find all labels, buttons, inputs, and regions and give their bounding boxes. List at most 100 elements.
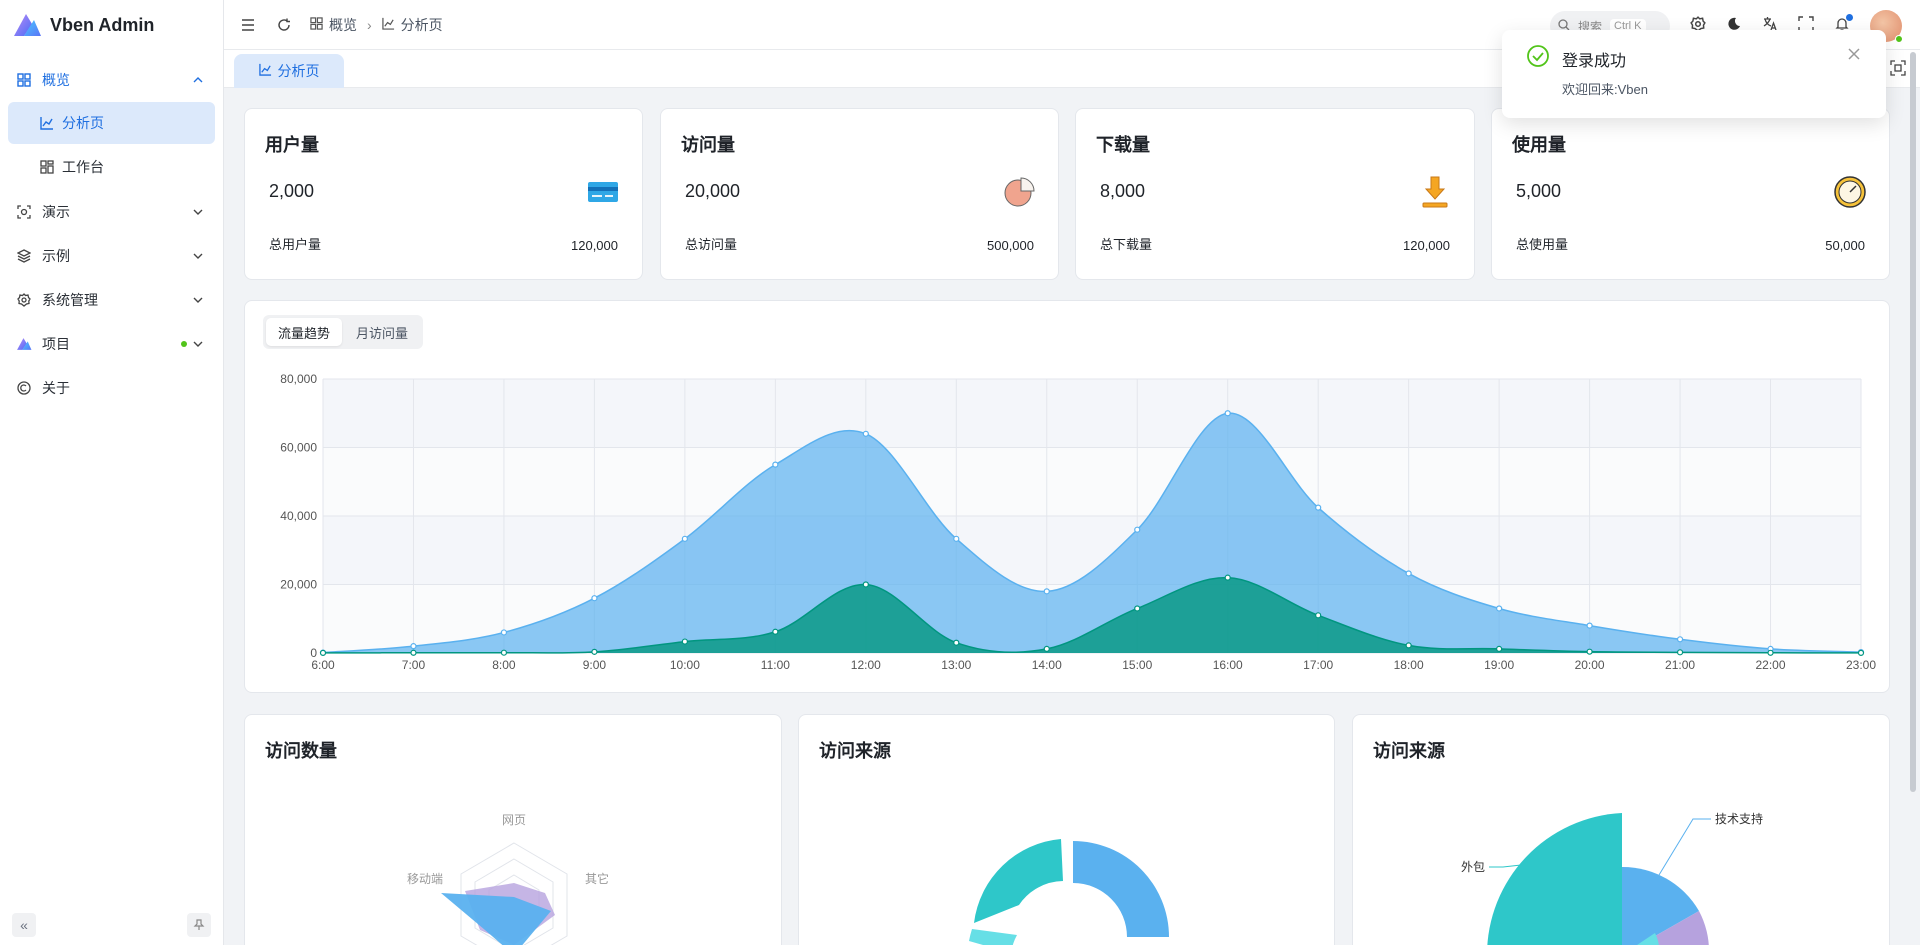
refresh-icon[interactable] — [274, 15, 294, 35]
gear-icon — [16, 292, 32, 308]
layers-icon — [16, 248, 32, 264]
dashboard-icon — [310, 16, 323, 33]
chevron-down-icon — [193, 297, 203, 303]
sidebar-item-label: 演示 — [42, 204, 70, 220]
sidebar-item-system[interactable]: 系统管理 — [0, 278, 223, 322]
sidebar-item-about[interactable]: 关于 — [0, 366, 223, 410]
x-tick-label: 11:00 — [761, 658, 790, 672]
sidebar-item-workspace[interactable]: 工作台 — [8, 146, 215, 188]
chart-line-icon — [258, 63, 272, 79]
sidebar-item-label: 系统管理 — [42, 292, 98, 308]
menu-toggle-icon[interactable] — [238, 15, 258, 35]
collapse-sidebar-button[interactable]: « — [12, 913, 36, 937]
page-scrollbar[interactable] — [1910, 52, 1916, 792]
donut-chart — [969, 839, 1169, 945]
data-point — [1496, 605, 1503, 612]
sidebar-item-label: 关于 — [42, 380, 70, 396]
workspace-icon — [40, 160, 54, 174]
data-point — [772, 628, 779, 635]
x-tick-label: 18:00 — [1394, 658, 1424, 672]
pie-icon — [1004, 177, 1035, 207]
pin-sidebar-button[interactable] — [187, 913, 211, 937]
x-tick-label: 6:00 — [311, 658, 335, 672]
x-tick-label: 9:00 — [583, 658, 607, 672]
stat-title: 用户量 — [265, 135, 319, 155]
sidebar-item-analytics[interactable]: 分析页 — [8, 102, 215, 144]
data-point — [1676, 636, 1684, 643]
source-donut-card: 访问来源 — [798, 714, 1335, 945]
close-icon[interactable] — [1846, 46, 1862, 62]
chevron-down-icon — [193, 209, 203, 215]
clock-icon — [1834, 176, 1866, 208]
y-tick-label: 40,000 — [280, 509, 317, 523]
tab-label: 分析页 — [277, 63, 320, 79]
stat-value: 2,000 — [269, 181, 315, 201]
sidebar-item-label: 项目 — [42, 336, 70, 352]
status-dot — [181, 341, 187, 347]
data-point — [681, 638, 688, 645]
sidebar-item-label: 概览 — [42, 72, 70, 88]
data-point — [1586, 622, 1593, 629]
data-point — [500, 649, 508, 656]
chevron-up-icon — [193, 77, 203, 83]
stat-total-label: 总下载量 — [1100, 237, 1153, 252]
y-tick-label: 80,000 — [280, 372, 317, 386]
data-point — [1043, 645, 1050, 652]
stat-total-value: 120,000 — [1403, 238, 1450, 253]
stat-value: 20,000 — [685, 181, 741, 201]
data-point — [772, 461, 779, 468]
app-logo[interactable]: Vben Admin — [0, 0, 223, 50]
sidebar-item-overview[interactable]: 概览 — [0, 58, 223, 102]
demo-icon — [16, 204, 32, 220]
sidebar-item-examples[interactable]: 示例 — [0, 234, 223, 278]
data-point — [1586, 648, 1593, 655]
data-point — [1405, 570, 1412, 577]
y-tick-label: 60,000 — [280, 441, 317, 455]
x-tick-label: 10:00 — [670, 658, 700, 672]
data-point — [953, 535, 960, 542]
chevron-down-icon — [193, 253, 203, 259]
breadcrumb: 概览 › 分析页 — [310, 15, 443, 35]
stat-total-value: 50,000 — [1825, 238, 1865, 253]
grid-band — [323, 447, 1861, 516]
rose-slice-outsource — [1487, 813, 1622, 945]
x-tick-label: 16:00 — [1213, 658, 1243, 672]
x-tick-label: 14:00 — [1032, 658, 1062, 672]
data-point — [500, 629, 508, 636]
visits-radar-card: 访问数量 网页 其它 移动端 — [244, 714, 782, 945]
sidebar-item-demo[interactable]: 演示 — [0, 190, 223, 234]
y-tick-label: 20,000 — [280, 578, 317, 592]
pin-icon — [193, 919, 205, 930]
breadcrumb-item[interactable]: 分析页 — [401, 15, 443, 35]
sidebar-item-project[interactable]: 项目 — [0, 322, 223, 366]
x-tick-label: 23:00 — [1846, 658, 1876, 672]
screenshot-icon[interactable] — [1890, 60, 1906, 76]
sidebar-footer: « — [12, 913, 211, 937]
data-point — [1134, 526, 1141, 533]
x-tick-label: 17:00 — [1303, 658, 1333, 672]
rose-label-support: 技术支持 — [1715, 811, 1763, 826]
notification-badge — [1846, 13, 1853, 21]
copyright-icon — [16, 380, 32, 396]
data-point — [1676, 649, 1684, 656]
app-title: Vben Admin — [50, 14, 155, 35]
data-point — [591, 595, 598, 602]
chart-line-icon — [40, 116, 54, 130]
data-point — [1496, 645, 1503, 652]
x-tick-label: 21:00 — [1665, 658, 1695, 672]
x-tick-label: 20:00 — [1575, 658, 1605, 672]
double-chevron-left-icon: « — [20, 917, 28, 933]
data-point — [410, 649, 417, 656]
rose-pie-chart: 技术支持 外包 — [1461, 811, 1763, 945]
stat-title: 访问量 — [681, 135, 735, 155]
tab-analytics[interactable]: 分析页 — [234, 54, 344, 88]
breadcrumb-item[interactable]: 概览 — [329, 15, 357, 35]
data-point — [410, 643, 417, 650]
traffic-chart-card: 流量趋势 月访问量 0 20,000 40,000 60,000 80,000 6:00 7… — [244, 300, 1890, 693]
sidebar-item-label: 示例 — [42, 248, 70, 264]
vben-logo-icon — [14, 14, 41, 36]
data-point — [1315, 504, 1322, 511]
data-point — [591, 648, 598, 655]
stat-total-label: 总访问量 — [685, 237, 738, 252]
stat-card-downloads: 下载量 8,000 总下载量 120,000 — [1075, 108, 1475, 280]
